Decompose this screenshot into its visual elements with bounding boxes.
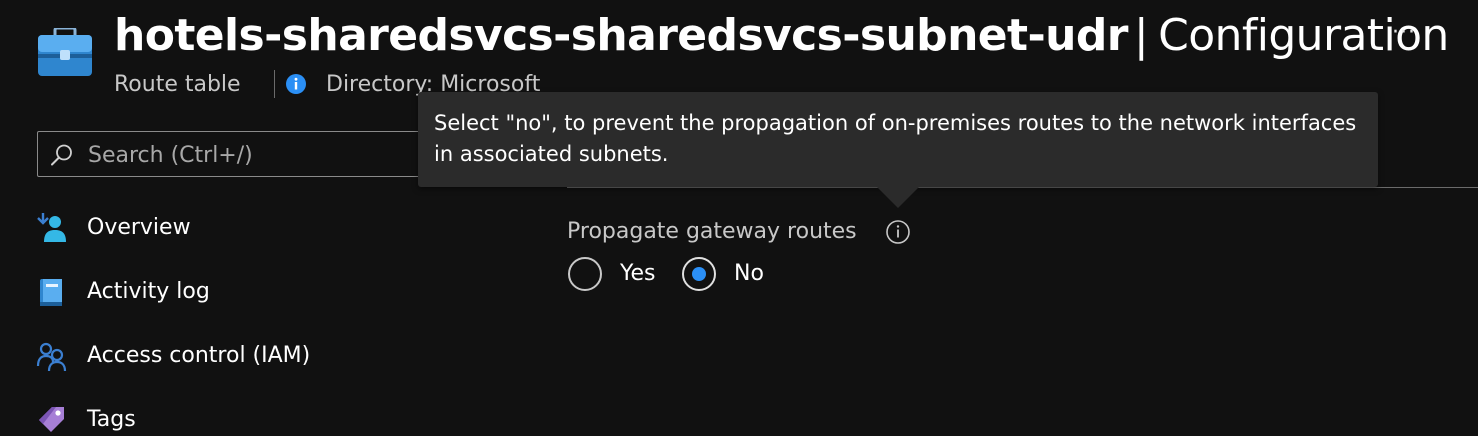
propagation-tooltip: Select "no", to prevent the propagation … (418, 92, 1378, 187)
content-divider (567, 187, 1478, 188)
subtitle-divider (274, 70, 275, 98)
more-options-button[interactable]: ··· (1388, 22, 1420, 50)
route-table-icon (38, 28, 92, 76)
sidebar-item-overview[interactable]: Overview (36, 208, 436, 248)
title-separator: | (1133, 10, 1149, 61)
route-table-configuration-page: hotels-sharedsvcs-sharedsvcs-subnet-udr |… (0, 0, 1478, 436)
sidebar-item-activity-log[interactable]: Activity log (36, 272, 436, 312)
page-title: hotels-sharedsvcs-sharedsvcs-subnet-udr |… (114, 6, 1449, 66)
tag-icon (39, 407, 64, 432)
propagate-gateway-routes-label: Propagate gateway routes (567, 219, 857, 244)
sidebar-item-tags[interactable]: Tags (36, 400, 436, 436)
info-icon[interactable] (885, 219, 911, 245)
sidebar-item-label: Tags (87, 407, 136, 432)
sidebar-item-label: Overview (87, 215, 191, 240)
radio-label-no: No (734, 261, 764, 286)
info-icon (286, 74, 306, 94)
radio-circle-no[interactable] (682, 257, 716, 291)
resource-name: hotels-sharedsvcs-sharedsvcs-subnet-udr (114, 10, 1128, 61)
iam-icon (36, 342, 67, 372)
search-icon (51, 144, 72, 166)
overview-icon (37, 213, 66, 242)
tooltip-text: Select "no", to prevent the propagation … (434, 111, 1357, 166)
search-input[interactable] (86, 138, 430, 172)
resource-type: Route table (114, 72, 241, 97)
tooltip-arrow (876, 186, 920, 208)
sidebar-item-access-control[interactable]: Access control (IAM) (36, 336, 436, 376)
sidebar-item-label: Activity log (87, 279, 210, 304)
activity-log-icon (40, 279, 62, 306)
radio-circle-yes[interactable] (568, 257, 602, 291)
search-box (37, 131, 437, 177)
radio-label-yes: Yes (620, 261, 656, 286)
sidebar-item-label: Access control (IAM) (87, 343, 311, 368)
